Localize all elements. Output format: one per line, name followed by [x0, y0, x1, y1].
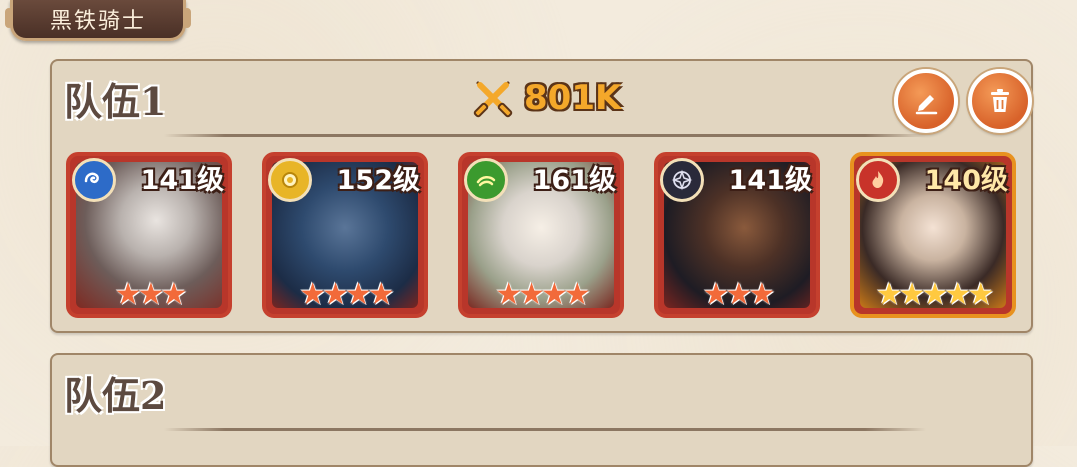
hero-card[interactable]: 141级 ★★★ [654, 152, 820, 318]
team-panel-1: 队伍1 801K 141级 ★★★ 152级 ★★★★ 161级 ★★★★ 14… [50, 59, 1033, 333]
hero-level: 141级 [140, 165, 224, 196]
hero-card[interactable]: 161级 ★★★★ [458, 152, 624, 318]
water-icon [72, 158, 116, 202]
edit-team-button[interactable] [894, 69, 958, 133]
hero-card[interactable]: 152级 ★★★★ [262, 152, 428, 318]
power-value: 801K [524, 78, 622, 118]
hero-stars: ★★★★ [299, 277, 395, 312]
team-panel-2: 队伍2 [50, 353, 1033, 467]
hero-list: 141级 ★★★ 152级 ★★★★ 161级 ★★★★ 141级 ★★★ 14… [66, 152, 1026, 322]
team-name: 队伍2 [64, 373, 167, 418]
pencil-icon [915, 95, 938, 115]
hero-stars: ★★★★ [495, 277, 591, 312]
page-title: 黑铁骑士 [5, 0, 191, 41]
delete-team-button[interactable] [968, 69, 1032, 133]
trash-icon [991, 89, 1009, 112]
nature-icon [464, 158, 508, 202]
hero-stars: ★★★ [114, 277, 188, 312]
page-title-text: 黑铁骑士 [49, 9, 146, 34]
team-power: 801K [470, 75, 621, 121]
hero-card[interactable]: 140级 ★★★★★ [850, 152, 1016, 318]
hero-level: 140级 [924, 165, 1008, 196]
fire-icon [856, 158, 900, 202]
hero-stars: ★★★★★ [875, 277, 994, 312]
team-name: 队伍1 [64, 79, 167, 124]
hero-card[interactable]: 141级 ★★★ [66, 152, 232, 318]
divider [164, 428, 926, 431]
dark-icon [660, 158, 704, 202]
hero-level: 152级 [336, 165, 420, 196]
crossed-swords-icon [473, 81, 513, 118]
divider [164, 134, 926, 137]
hero-level: 141级 [728, 165, 812, 196]
hero-stars: ★★★ [702, 277, 776, 312]
light-icon [268, 158, 312, 202]
hero-level: 161级 [532, 165, 616, 196]
